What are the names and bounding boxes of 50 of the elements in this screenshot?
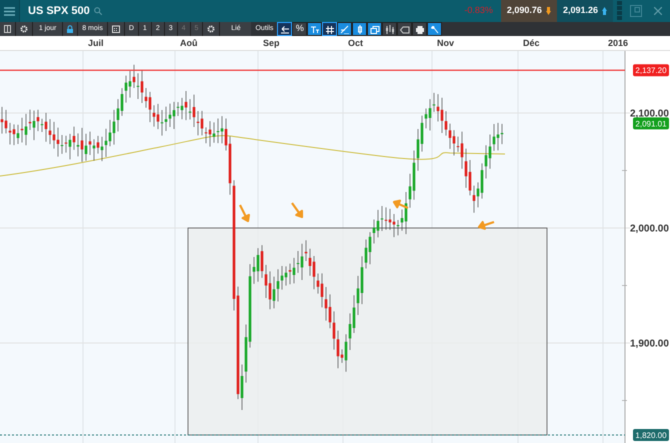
printer-icon (414, 24, 425, 34)
buy-price-button[interactable]: 2,091.26 (556, 0, 613, 22)
tool-button[interactable] (427, 22, 442, 36)
up-arrow-icon (602, 7, 607, 15)
tool-button[interactable] (412, 22, 428, 36)
date-axis-label: Déc (523, 37, 540, 50)
menu-icon[interactable] (4, 6, 15, 16)
tool-button[interactable] (337, 22, 352, 36)
date-axis-label: 2016 (608, 37, 628, 50)
price-tag: 1,820.00 (633, 429, 669, 441)
price-tag: 2,091.01 (633, 117, 669, 130)
date-axis-label: Nov (437, 37, 454, 50)
price-tag: 2,137.20 (633, 64, 669, 76)
text-size-icon (310, 24, 320, 34)
down-arrow-icon (546, 7, 551, 15)
signal-bars-icon (617, 1, 622, 21)
windows-icon (370, 24, 380, 34)
tool-button[interactable] (277, 22, 292, 36)
date-axis-label: Sep (263, 37, 280, 50)
tool-button[interactable] (382, 22, 398, 36)
window-title: US SPX 500 (28, 4, 90, 19)
grid-view-icon[interactable] (4, 25, 11, 33)
calendar-icon[interactable] (112, 25, 120, 33)
tool-button[interactable] (397, 22, 412, 36)
tool-button[interactable] (307, 22, 322, 36)
annotation-arrow (478, 220, 496, 230)
price-axis-label: 1,900.00 (630, 338, 669, 350)
tag-icon (400, 24, 410, 34)
grid-icon (324, 24, 335, 34)
tool-button[interactable]: % (292, 22, 308, 36)
settings-icon[interactable] (207, 25, 216, 33)
price-axis-label: 2,000.00 (630, 224, 669, 234)
date-axis-label: Juil (88, 37, 104, 50)
lock-icon[interactable] (67, 25, 74, 33)
back-arrow-icon (280, 24, 290, 34)
settings-icon (430, 24, 440, 34)
candlesticks-icon (384, 24, 395, 34)
annotation-arrow (290, 202, 304, 218)
tool-button[interactable] (352, 22, 368, 36)
sell-price-button[interactable]: 2,090.76 (500, 0, 557, 22)
tool-button[interactable] (367, 22, 382, 36)
price-axis-label: 2,100.00 (630, 108, 669, 120)
pen-icon (340, 24, 350, 34)
annotation-arrow (392, 200, 410, 210)
annotation-arrow (238, 204, 250, 222)
date-axis-label: Oct (348, 37, 364, 50)
tool-button[interactable] (322, 22, 338, 36)
change-percent: -0.83% (464, 4, 493, 18)
settings-icon[interactable] (20, 25, 28, 33)
date-axis-label: Aoû (180, 37, 198, 50)
